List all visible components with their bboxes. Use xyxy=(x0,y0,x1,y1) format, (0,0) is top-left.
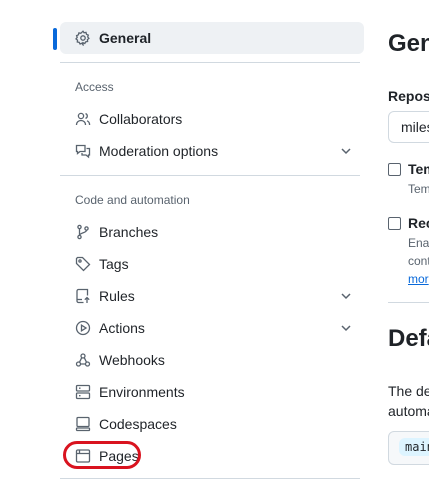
sidebar-item-rules[interactable]: Rules xyxy=(60,280,364,312)
gear-icon xyxy=(75,30,91,46)
repo-push-icon xyxy=(75,288,91,304)
codespaces-icon xyxy=(75,416,91,432)
template-repository-description: Tem xyxy=(408,182,429,196)
template-repository-label: Tem xyxy=(408,161,429,177)
default-branch-description: automa xyxy=(388,403,429,419)
require-signoff-checkbox[interactable] xyxy=(388,217,401,230)
repository-name-label: Reposi xyxy=(388,88,429,104)
play-icon xyxy=(75,320,91,336)
divider xyxy=(60,478,360,479)
settings-main-panel: Gen Reposi miles Tem Tem Rec Enab cont m… xyxy=(388,0,429,495)
sidebar-item-label: General xyxy=(99,30,152,46)
people-icon xyxy=(75,111,91,127)
sidebar-item-webhooks[interactable]: Webhooks xyxy=(60,344,364,376)
page-title: Gen xyxy=(388,30,429,57)
sidebar-item-label: Moderation options xyxy=(99,143,219,159)
git-branch-icon xyxy=(75,224,91,240)
settings-sidebar: General Access Collaborators Moderation … xyxy=(53,22,364,479)
divider xyxy=(388,302,429,303)
red-highlight-annotation xyxy=(63,441,141,469)
group-heading-access: Access xyxy=(75,80,114,94)
default-branch-description: The de xyxy=(388,383,429,399)
default-branch-box: main xyxy=(388,431,429,465)
sidebar-item-label: Codespaces xyxy=(99,416,177,432)
sidebar-item-moderation-options[interactable]: Moderation options xyxy=(60,135,364,167)
chevron-down-icon[interactable] xyxy=(338,288,354,304)
sidebar-item-label: Actions xyxy=(99,320,145,336)
sidebar-item-label: Environments xyxy=(99,384,185,400)
sidebar-item-codespaces[interactable]: Codespaces xyxy=(60,408,364,440)
require-signoff-description: Enab xyxy=(408,236,429,250)
tag-icon xyxy=(75,256,91,272)
sidebar-item-label: Rules xyxy=(99,288,135,304)
require-signoff-description: cont xyxy=(408,254,429,268)
sidebar-item-general[interactable]: General xyxy=(53,22,364,54)
chevron-down-icon[interactable] xyxy=(338,320,354,336)
default-branch-heading: Defa xyxy=(388,325,429,352)
repository-name-input[interactable]: miles xyxy=(388,111,429,143)
sidebar-item-label: Tags xyxy=(99,256,129,272)
default-branch-name: main xyxy=(399,438,429,456)
require-signoff-label: Rec xyxy=(408,215,429,231)
template-repository-checkbox[interactable] xyxy=(388,163,401,176)
learn-more-link[interactable]: mor xyxy=(408,272,429,286)
sidebar-item-label: Webhooks xyxy=(99,352,165,368)
chevron-down-icon[interactable] xyxy=(338,143,354,159)
group-heading-code-automation: Code and automation xyxy=(75,193,190,207)
sidebar-item-branches[interactable]: Branches xyxy=(60,216,364,248)
comment-discussion-icon xyxy=(75,143,91,159)
sidebar-item-label: Collaborators xyxy=(99,111,183,127)
sidebar-item-tags[interactable]: Tags xyxy=(60,248,364,280)
sidebar-item-collaborators[interactable]: Collaborators xyxy=(60,103,364,135)
sidebar-item-label: Branches xyxy=(99,224,159,240)
server-icon xyxy=(75,384,91,400)
sidebar-item-environments[interactable]: Environments xyxy=(60,376,364,408)
webhook-icon xyxy=(75,352,91,368)
active-indicator xyxy=(53,28,57,50)
sidebar-item-actions[interactable]: Actions xyxy=(60,312,364,344)
